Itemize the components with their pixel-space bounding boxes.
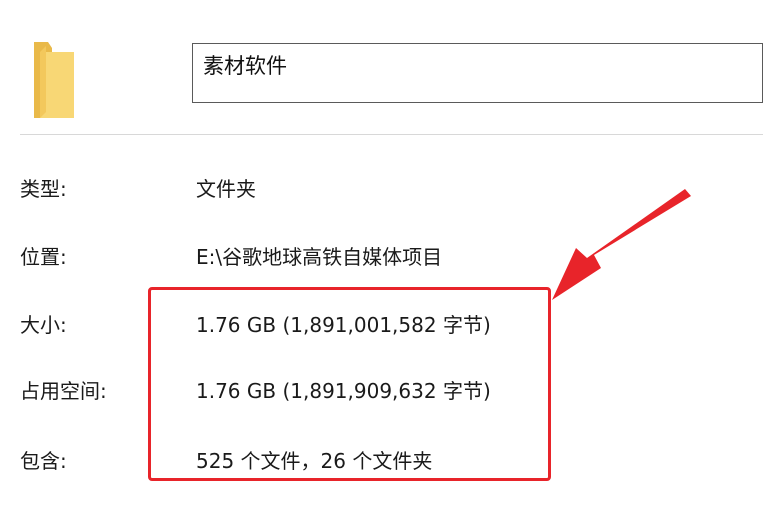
highlight-box — [148, 287, 551, 481]
location-label: 位置: — [20, 245, 67, 269]
size-label: 大小: — [20, 313, 67, 337]
size-on-disk-label: 占用空间: — [20, 379, 107, 403]
type-label: 类型: — [20, 177, 67, 201]
folder-name-input[interactable]: 素材软件 — [192, 43, 763, 103]
folder-icon — [28, 38, 78, 122]
location-value: E:\谷歌地球高铁自媒体项目 — [196, 245, 443, 269]
contains-label: 包含: — [20, 449, 67, 473]
divider — [20, 134, 763, 135]
red-arrow-icon — [548, 185, 693, 310]
type-value: 文件夹 — [196, 177, 256, 201]
